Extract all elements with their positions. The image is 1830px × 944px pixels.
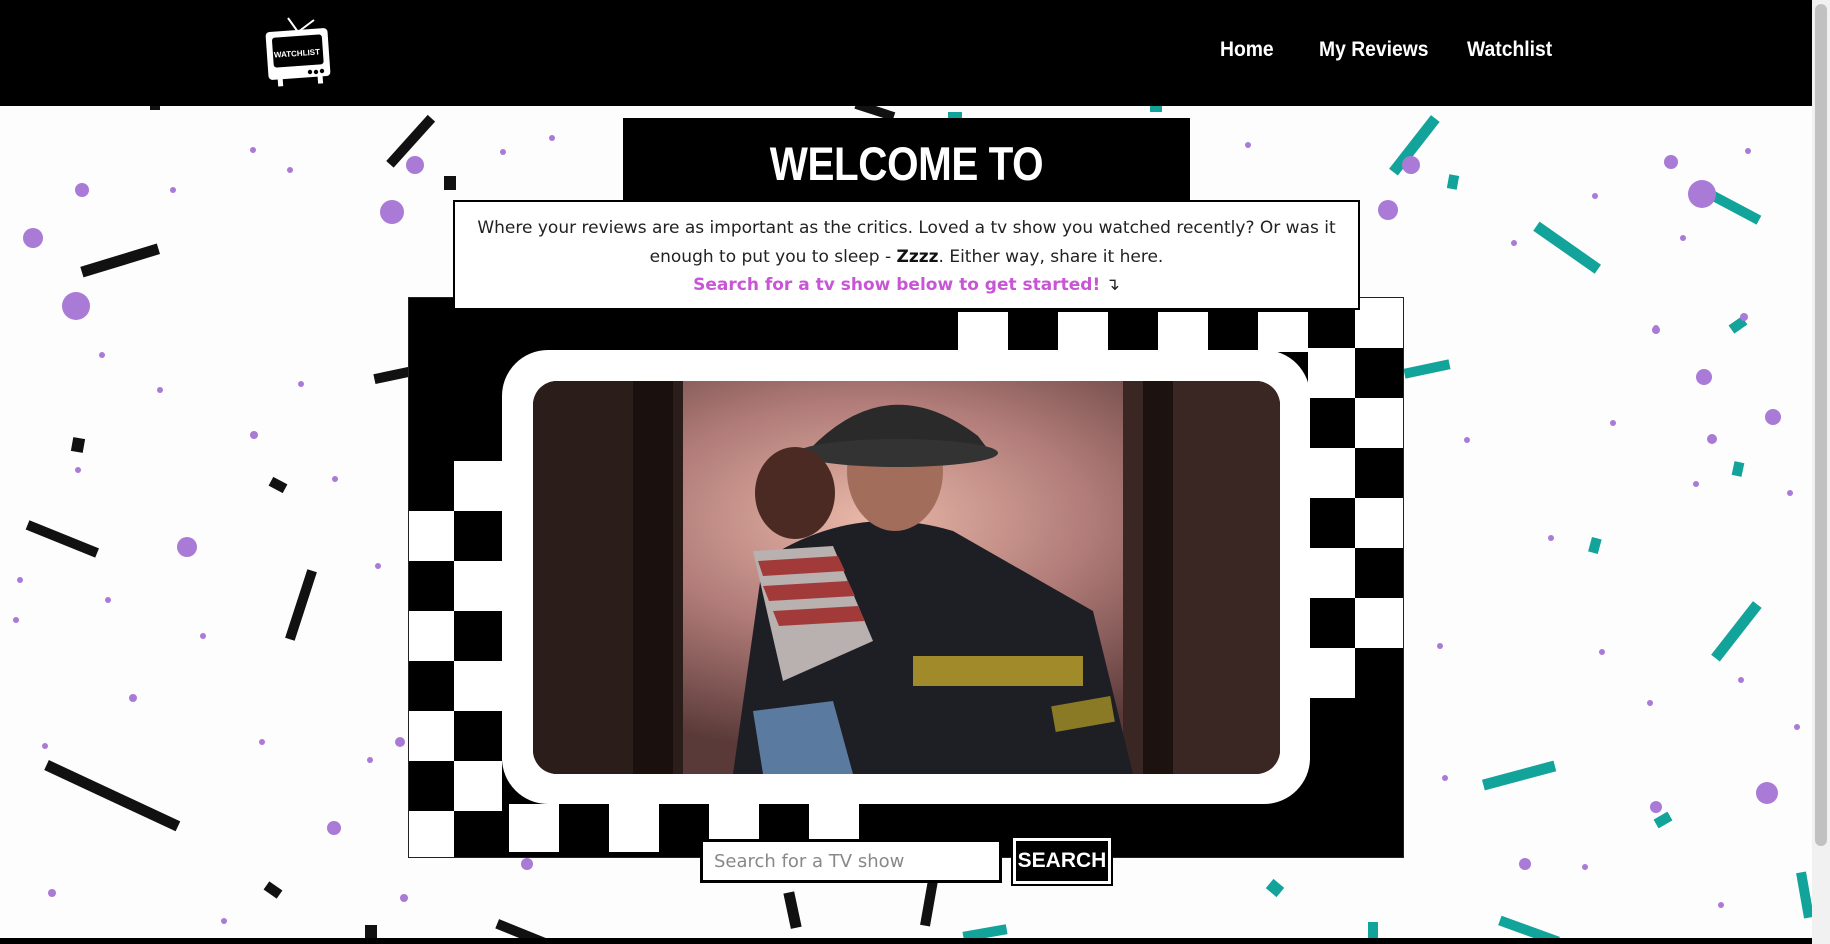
intro-card: Where your reviews are as important as t… — [453, 200, 1360, 310]
intro-emphasis: Zzzz — [896, 246, 939, 267]
intro-text-part2: . Either way, share it here. — [938, 246, 1164, 267]
cta-arrow-icon: ↴ — [1105, 275, 1120, 295]
search-button[interactable]: SEARCH — [1011, 836, 1113, 886]
nav-link-watchlist[interactable]: Watchlist — [1467, 38, 1552, 62]
scrollbar-thumb[interactable] — [1815, 4, 1827, 846]
cta-text: Search for a tv show below to get starte… — [693, 275, 1101, 295]
search-input[interactable] — [700, 839, 1002, 883]
main-nav: Home My Reviews Watchlist — [0, 38, 1812, 68]
intro-text: Where your reviews are as important as t… — [462, 214, 1352, 271]
firefighter-carrying-child-image — [533, 381, 1280, 774]
footer-edge — [0, 938, 1812, 944]
welcome-banner: WELCOME TO WATCHLIST — [623, 118, 1190, 245]
nav-link-home[interactable]: Home — [1220, 38, 1274, 62]
top-navbar: WATCHLIST Home My Reviews Watchlist — [0, 0, 1812, 106]
hero-image-firefighter — [533, 381, 1280, 774]
nav-link-my-reviews[interactable]: My Reviews — [1319, 38, 1429, 62]
